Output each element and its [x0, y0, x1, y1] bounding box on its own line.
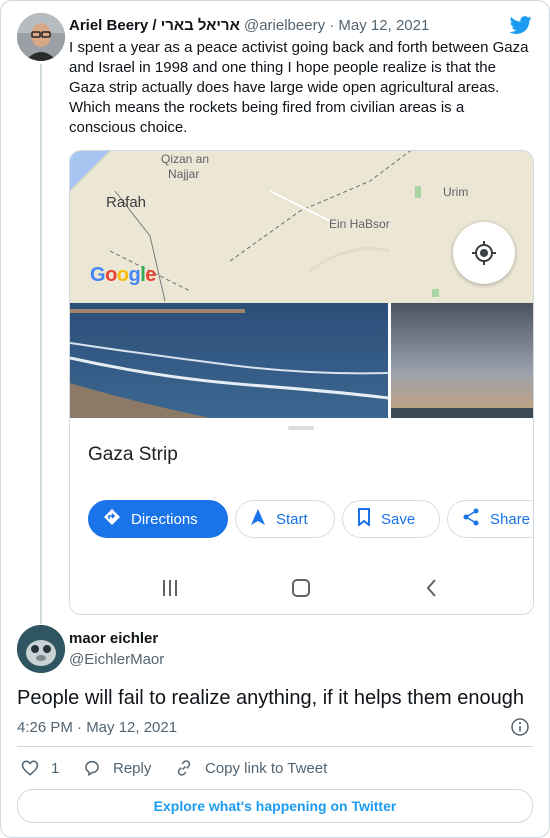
- reply-label: Reply: [113, 759, 152, 777]
- android-nav-bar: [70, 570, 533, 614]
- copy-link-label: Copy link to Tweet: [205, 759, 328, 777]
- map-view: Qizan an Najjar Rafah Ein HaBsor Urim Go…: [70, 151, 533, 303]
- divider: [17, 746, 533, 747]
- share-icon: [462, 508, 480, 530]
- start-button[interactable]: Start: [235, 500, 335, 538]
- heart-icon: [21, 760, 39, 776]
- like-button[interactable]: 1: [21, 759, 59, 777]
- author-name[interactable]: Ariel Beery / אריאל בארי: [69, 17, 240, 34]
- info-icon[interactable]: [511, 718, 529, 736]
- reply-author-handle[interactable]: @EichlerMaor: [69, 651, 164, 668]
- my-location-button[interactable]: [453, 222, 515, 284]
- place-sheet: Gaza Strip Directions Start Save Share: [70, 418, 533, 614]
- link-icon: [177, 760, 191, 776]
- copy-link-button[interactable]: Copy link to Tweet: [175, 759, 327, 777]
- reply-text: People will fail to realize anything, if…: [17, 687, 524, 709]
- reply-button[interactable]: Reply: [83, 759, 151, 777]
- reply-timestamp[interactable]: 4:26 PM · May 12, 2021: [17, 719, 177, 736]
- map-label-ein-habsor: Ein HaBsor: [329, 217, 390, 231]
- google-logo: Google: [90, 264, 156, 286]
- save-label: Save: [381, 510, 416, 528]
- map-label-qizan: Qizan an: [161, 152, 210, 166]
- map-label-najjar: Najjar: [168, 167, 200, 181]
- bookmark-icon: [357, 508, 371, 530]
- twitter-bird-icon[interactable]: [509, 14, 533, 36]
- navigation-arrow-icon: [250, 508, 266, 530]
- place-photos: [70, 303, 533, 418]
- reply-avatar[interactable]: [17, 625, 65, 673]
- map-label-urim: Urim: [443, 185, 469, 199]
- share-button[interactable]: Share: [447, 500, 533, 538]
- like-count: 1: [51, 759, 60, 777]
- map-label-rafah: Rafah: [106, 194, 147, 211]
- directions-icon: [103, 508, 121, 530]
- android-nav-icons: [163, 579, 436, 597]
- author-handle[interactable]: @arielbeery: [244, 17, 325, 34]
- android-back-icon: [426, 579, 436, 597]
- my-location-icon: [472, 241, 496, 265]
- directions-label: Directions: [131, 510, 198, 528]
- tweet-date[interactable]: May 12, 2021: [338, 17, 429, 34]
- reply-author-name[interactable]: maor eichler: [69, 630, 158, 647]
- start-label: Start: [276, 510, 308, 528]
- place-name: Gaza Strip: [88, 444, 178, 465]
- explore-twitter-button[interactable]: Explore what's happening on Twitter: [17, 789, 533, 823]
- header-separator: ·: [329, 17, 335, 34]
- tweet-media-image[interactable]: Qizan an Najjar Rafah Ein HaBsor Urim Go…: [69, 150, 534, 615]
- avatar[interactable]: [17, 13, 65, 61]
- share-label: Share: [490, 510, 531, 528]
- android-recents-icon: [163, 580, 177, 596]
- sheet-drag-handle[interactable]: [288, 426, 314, 430]
- tweet-text: I spent a year as a peace activist going…: [69, 39, 529, 136]
- beach-photos: [70, 303, 533, 418]
- directions-button[interactable]: Directions: [88, 500, 228, 538]
- thread-connector: [40, 64, 42, 624]
- android-home-icon: [292, 579, 310, 597]
- save-button[interactable]: Save: [342, 500, 440, 538]
- reply-icon: [85, 760, 99, 777]
- tweet-header: Ariel Beery / אריאל בארי @arielbeery · M…: [69, 16, 429, 35]
